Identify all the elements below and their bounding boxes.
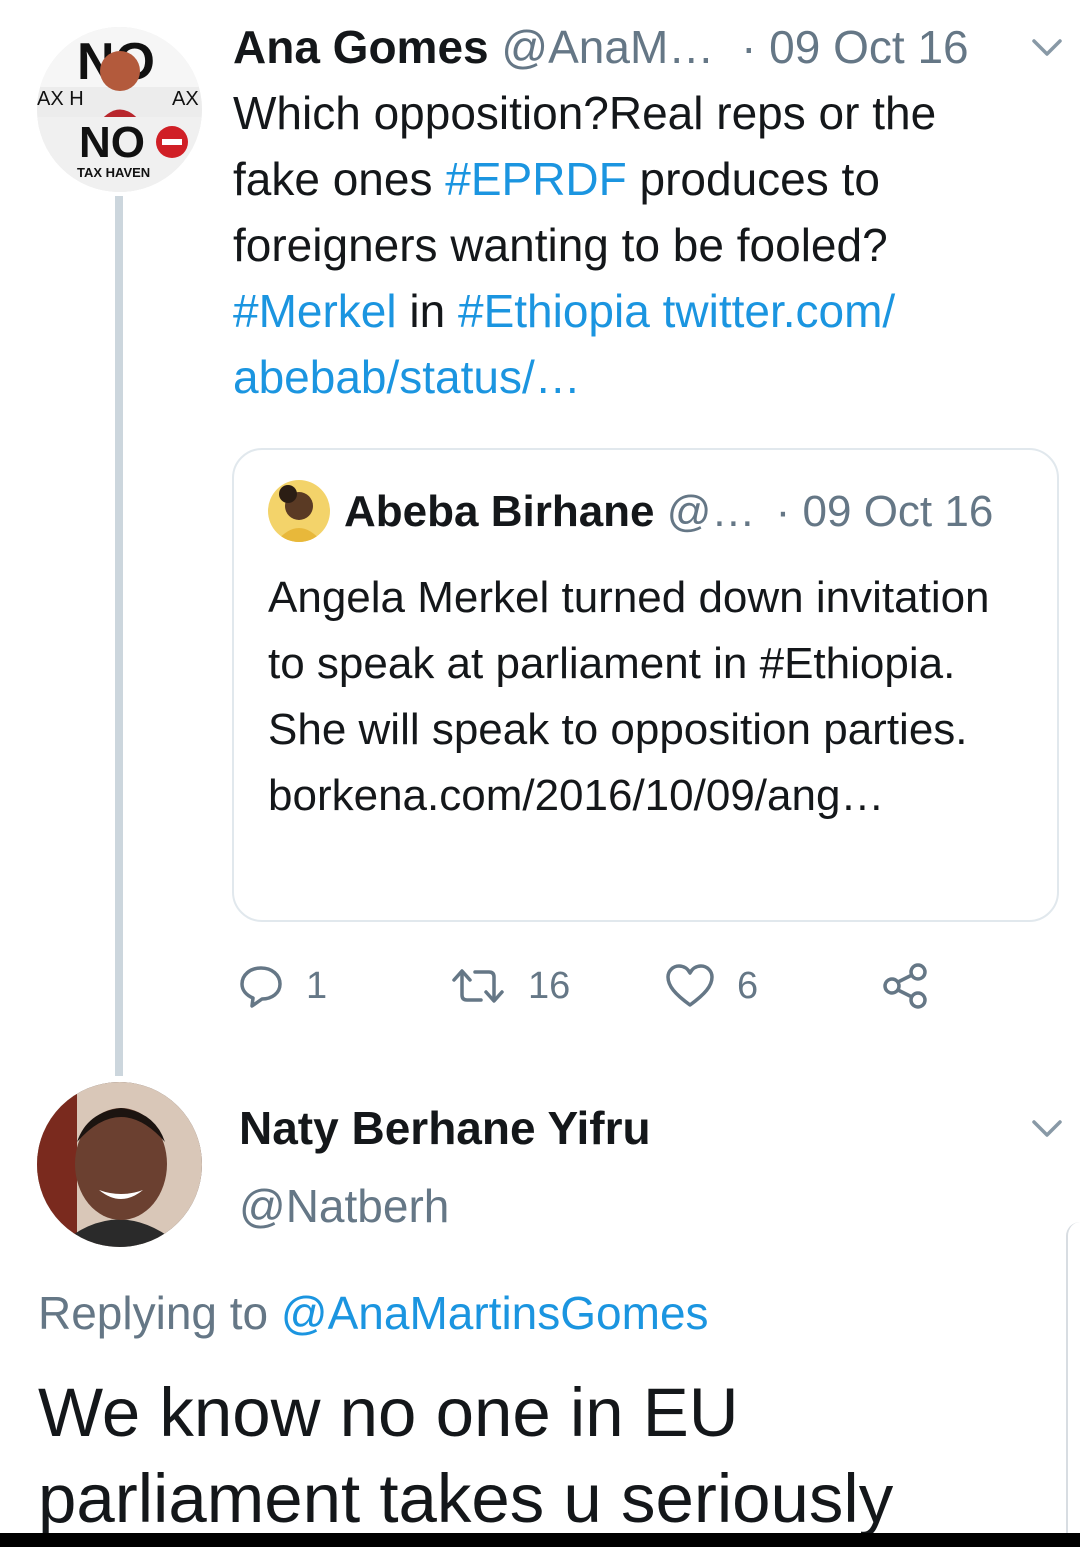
replying-to: Replying to @AnaMartinsGomes	[38, 1283, 709, 1343]
reply-button[interactable]: 1	[238, 958, 327, 1014]
thread-line	[115, 196, 123, 1076]
author-handle[interactable]: @AnaM…	[501, 21, 714, 73]
tweet-header: Ana Gomes @AnaM… · 09 Oct 16	[233, 18, 969, 76]
quoted-author-handle: @…	[666, 487, 756, 536]
retweet-count: 16	[528, 964, 571, 1007]
avatar-text-middle: NO	[79, 118, 145, 167]
like-icon	[666, 964, 714, 1007]
author-name[interactable]: Ana Gomes	[233, 21, 489, 73]
retweet-button[interactable]: 16	[450, 958, 570, 1014]
author-name[interactable]: Naty Berhane Yifru	[239, 1098, 651, 1158]
avatar-image	[37, 1082, 202, 1247]
reply-icon	[240, 966, 282, 1008]
hashtag-ethiopia[interactable]: #Ethiopia	[458, 285, 650, 337]
quoted-tweet-text: Angela Merkel turned down invitation to …	[268, 573, 990, 820]
share-button[interactable]	[880, 958, 930, 1014]
tweet-date[interactable]: · 09 Oct 16	[741, 21, 969, 73]
quoted-tweet-date: · 09 Oct 16	[775, 487, 994, 536]
quoted-author-name: Abeba Birhane	[344, 487, 655, 536]
tweet-text: Which opposition?Real reps or the fake o…	[233, 80, 1033, 410]
chevron-down-icon[interactable]	[1030, 36, 1064, 60]
author-handle[interactable]: @Natberh	[239, 1176, 449, 1236]
like-count: 6	[737, 964, 759, 1007]
avatar-abeba-birhane	[268, 480, 330, 542]
avatar-text-right: AX	[172, 88, 199, 110]
hashtag-merkel[interactable]: #Merkel	[233, 285, 397, 337]
tweet-text: We know no one in EU parliament takes u …	[38, 1374, 894, 1537]
scroll-edge	[1066, 1222, 1080, 1542]
share-icon	[883, 963, 927, 1009]
retweet-icon	[452, 969, 504, 1003]
avatar-naty-berhane[interactable]	[37, 1082, 202, 1247]
avatar-image: NO AX H AX NO TAX HAVEN	[37, 27, 202, 192]
reply-count: 1	[306, 964, 328, 1007]
quoted-tweet-header: Abeba Birhane @… · 09 Oct 16	[344, 484, 993, 540]
replying-to-label: Replying to	[38, 1287, 281, 1339]
avatar-text-bottom: TAX HAVEN	[77, 165, 150, 180]
hashtag-eprdf[interactable]: #EPRDF	[445, 153, 626, 205]
chevron-down-icon[interactable]	[1030, 1117, 1064, 1141]
tweet-text-part: in	[396, 285, 458, 337]
avatar-text-left: AX H	[37, 88, 84, 110]
replying-to-handle[interactable]: @AnaMartinsGomes	[281, 1287, 709, 1339]
avatar-ana-gomes[interactable]: NO AX H AX NO TAX HAVEN	[37, 27, 202, 192]
like-button[interactable]: 6	[665, 958, 758, 1014]
bottom-bar	[0, 1533, 1080, 1547]
